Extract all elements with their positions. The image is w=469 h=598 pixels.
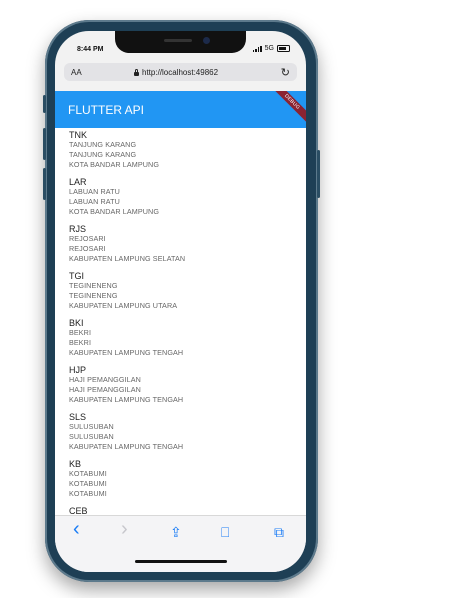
forward-icon[interactable]: › xyxy=(121,518,128,541)
item-line-3: KABUPATEN LAMPUNG SELATAN xyxy=(69,254,186,263)
phone-screen: 8:44 PM 5G AA http://localhost:49862 ↻ F… xyxy=(55,31,306,572)
signal-icon xyxy=(252,45,262,52)
item-line-2: LABUAN RATU xyxy=(69,197,120,206)
app-bar: FLUTTER API DEBUG xyxy=(55,91,306,128)
url-display[interactable]: http://localhost:49862 xyxy=(134,68,218,77)
list-item[interactable]: BKI BEKRI BEKRI KABUPATEN LAMPUNG TENGAH xyxy=(69,318,183,358)
item-line-1: LABUAN RATU xyxy=(69,187,120,196)
list-item[interactable]: HJP HAJI PEMANGGILAN HAJI PEMANGGILAN KA… xyxy=(69,365,183,405)
item-code: SLS xyxy=(69,412,87,422)
item-line-2: REJOSARI xyxy=(69,244,106,253)
notch xyxy=(115,31,246,53)
tabs-icon[interactable]: ⧉ xyxy=(274,524,284,541)
item-line-1: KOTABUMI xyxy=(69,469,107,478)
item-line-2: HAJI PEMANGGILAN xyxy=(69,385,141,394)
speaker xyxy=(164,39,192,42)
app-title: FLUTTER API xyxy=(68,103,145,117)
address-bar[interactable]: AA http://localhost:49862 ↻ xyxy=(64,63,297,81)
power-button xyxy=(317,150,320,198)
browser-toolbar: ‹ › ⇪ ⎕ ⧉ xyxy=(55,515,306,572)
item-code: KB xyxy=(69,459,82,469)
item-line-1: HAJI PEMANGGILAN xyxy=(69,375,141,384)
item-line-1: REJOSARI xyxy=(69,234,106,243)
item-code: CEB xyxy=(69,506,88,515)
volume-up-button xyxy=(43,128,46,160)
item-line-2: SULUSUBAN xyxy=(69,432,114,441)
home-indicator[interactable] xyxy=(135,560,227,563)
item-code: RJS xyxy=(69,224,87,234)
list-item[interactable]: LAR LABUAN RATU LABUAN RATU KOTA BANDAR … xyxy=(69,177,159,217)
item-line-3: KABUPATEN LAMPUNG TENGAH xyxy=(69,348,184,357)
item-line-3: KOTA BANDAR LAMPUNG xyxy=(69,160,160,169)
item-line-3: KOTA BANDAR LAMPUNG xyxy=(69,207,160,216)
camera xyxy=(203,37,210,44)
list-item[interactable]: TNK TANJUNG KARANG TANJUNG KARANG KOTA B… xyxy=(69,130,159,170)
item-line-1: TEGINENENG xyxy=(69,281,118,290)
item-line-3: KOTABUMI xyxy=(69,489,107,498)
item-code: TNK xyxy=(69,130,87,140)
item-code: BKI xyxy=(69,318,84,328)
list-item[interactable]: CEB xyxy=(69,506,88,515)
share-icon[interactable]: ⇪ xyxy=(170,524,182,541)
battery-icon xyxy=(277,45,290,52)
station-list[interactable]: TNK TANJUNG KARANG TANJUNG KARANG KOTA B… xyxy=(55,128,306,515)
status-time: 8:44 PM xyxy=(77,46,104,53)
item-line-1: TANJUNG KARANG xyxy=(69,140,137,149)
item-line-1: BEKRI xyxy=(69,328,92,337)
list-item[interactable]: RJS REJOSARI REJOSARI KABUPATEN LAMPUNG … xyxy=(69,224,185,264)
network-label: 5G xyxy=(264,45,274,52)
item-line-1: SULUSUBAN xyxy=(69,422,114,431)
back-icon[interactable]: ‹ xyxy=(73,518,80,541)
item-code: LAR xyxy=(69,177,87,187)
list-item[interactable]: TGI TEGINENENG TEGINENENG KABUPATEN LAMP… xyxy=(69,271,177,311)
bookmarks-icon[interactable]: ⎕ xyxy=(221,524,229,541)
list-item[interactable]: KB KOTABUMI KOTABUMI KOTABUMI xyxy=(69,459,107,499)
lock-icon xyxy=(134,68,139,76)
status-indicators: 5G xyxy=(252,45,290,52)
item-line-2: TANJUNG KARANG xyxy=(69,150,137,159)
url-text[interactable]: http://localhost:49862 xyxy=(142,68,218,77)
list-item[interactable]: SLS SULUSUBAN SULUSUBAN KABUPATEN LAMPUN… xyxy=(69,412,183,452)
item-line-2: KOTABUMI xyxy=(69,479,107,488)
reload-icon[interactable]: ↻ xyxy=(281,66,290,79)
mute-switch xyxy=(43,95,46,113)
volume-down-button xyxy=(43,168,46,200)
item-code: TGI xyxy=(69,271,84,281)
item-line-3: KABUPATEN LAMPUNG UTARA xyxy=(69,301,178,310)
text-size-button[interactable]: AA xyxy=(71,68,82,77)
item-code: HJP xyxy=(69,365,87,375)
debug-banner: DEBUG xyxy=(266,91,306,128)
item-line-2: BEKRI xyxy=(69,338,92,347)
item-line-2: TEGINENENG xyxy=(69,291,118,300)
item-line-3: KABUPATEN LAMPUNG TENGAH xyxy=(69,395,184,404)
item-line-3: KABUPATEN LAMPUNG TENGAH xyxy=(69,442,184,451)
